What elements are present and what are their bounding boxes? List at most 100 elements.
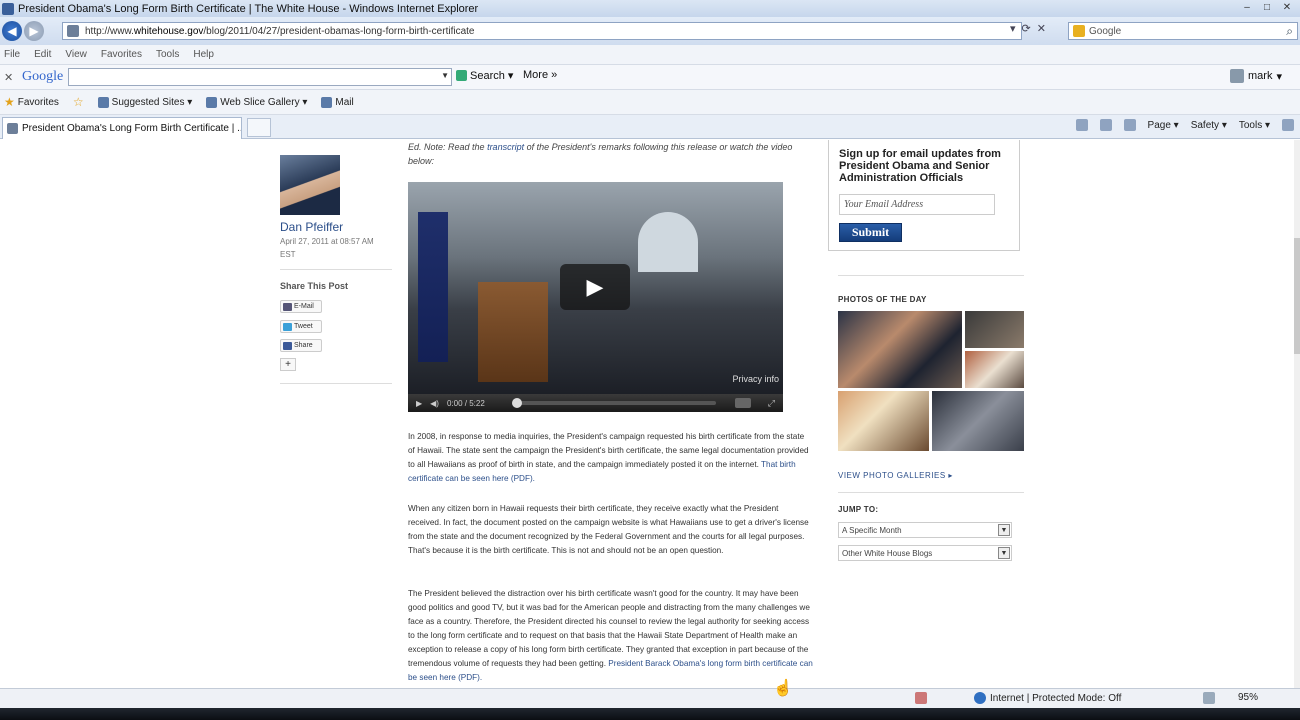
- safety-menu-button[interactable]: Safety ▾: [1191, 120, 1227, 131]
- favorites-button[interactable]: ★ Favorites: [4, 95, 59, 109]
- divider: [838, 492, 1024, 493]
- email-field[interactable]: Your Email Address: [839, 194, 995, 215]
- refresh-icon[interactable]: ⟳: [1022, 22, 1031, 35]
- photo-thumbnail[interactable]: [932, 391, 1024, 451]
- security-zone[interactable]: Internet | Protected Mode: Off: [974, 692, 1121, 704]
- tweet-button[interactable]: Tweet: [280, 320, 322, 333]
- maximize-button[interactable]: □: [1258, 1, 1276, 15]
- menu-favorites[interactable]: Favorites: [101, 49, 142, 60]
- google-more-button[interactable]: More »: [523, 69, 557, 81]
- volume-icon[interactable]: ◀): [430, 399, 439, 408]
- video-controls: ▶ ◀) 0:00 / 5:22 ⤢: [408, 394, 783, 412]
- search-icon[interactable]: ⌕: [1286, 24, 1293, 39]
- play-icon[interactable]: ▶: [416, 399, 422, 408]
- back-button[interactable]: ◀: [2, 21, 22, 41]
- forward-button[interactable]: ▶: [24, 21, 44, 41]
- print-icon[interactable]: [1123, 119, 1136, 131]
- more-share-button[interactable]: +: [280, 358, 296, 371]
- url-field[interactable]: http://www. whitehouse.gov/blog/2011/04/2…: [62, 22, 1022, 40]
- protected-mode-icon[interactable]: [1203, 692, 1215, 704]
- close-toolbar-icon[interactable]: ✕: [4, 71, 16, 84]
- page-menu-button[interactable]: Page ▾: [1148, 120, 1179, 131]
- photo-thumbnail[interactable]: [965, 351, 1024, 388]
- url-host: whitehouse.gov: [133, 25, 204, 37]
- facebook-share-button[interactable]: Share: [280, 339, 322, 352]
- photo-thumbnail[interactable]: [838, 391, 929, 451]
- popup-blocker-icon[interactable]: [915, 692, 927, 704]
- favorites-star-icon: ★: [4, 95, 15, 109]
- quality-icon[interactable]: [735, 398, 751, 408]
- fullscreen-icon[interactable]: ⤢: [768, 398, 775, 409]
- video-player[interactable]: ▶ Privacy info ▶ ◀) 0:00 / 5:22 ⤢: [408, 182, 783, 412]
- page-scrollbar[interactable]: [1294, 140, 1300, 688]
- stop-icon[interactable]: ✕: [1037, 22, 1046, 35]
- google-user-menu[interactable]: mark ▾: [1230, 69, 1282, 83]
- podium-image: [478, 282, 548, 382]
- editor-note: Ed. Note: Read the transcript of the Pre…: [408, 140, 813, 168]
- email-share-label: E-Mail: [294, 303, 314, 310]
- google-search-input[interactable]: ▼: [68, 68, 452, 86]
- hand-cursor-icon: ☝: [773, 680, 793, 697]
- menu-file[interactable]: File: [4, 49, 20, 60]
- search-provider-icon: [1073, 25, 1085, 37]
- divider: [280, 383, 392, 384]
- dropdown-arrow-icon[interactable]: ▼: [441, 71, 449, 80]
- photo-thumbnail[interactable]: [838, 311, 962, 388]
- web-slice-icon: [206, 96, 218, 108]
- add-favorite-button[interactable]: ☆: [73, 95, 84, 109]
- url-prefix: http://www.: [85, 25, 134, 37]
- blogs-select-value: Other White House Blogs: [842, 548, 933, 558]
- chevron-down-icon[interactable]: ▼: [998, 547, 1010, 559]
- photo-thumbnail[interactable]: [965, 311, 1024, 348]
- author-name-link[interactable]: Dan Pfeiffer: [280, 220, 343, 234]
- chevron-down-icon: ▾: [1276, 70, 1282, 83]
- favorites-item-suggested-sites[interactable]: Suggested Sites ▾: [97, 96, 192, 108]
- zoom-level[interactable]: 95%: [1238, 692, 1258, 703]
- menu-edit[interactable]: Edit: [34, 49, 51, 60]
- facebook-icon: [283, 341, 292, 350]
- article-paragraph: In 2008, in response to media inquiries,…: [408, 430, 813, 486]
- play-video-icon[interactable]: ▶: [560, 264, 630, 310]
- search-placeholder: Google: [1089, 25, 1122, 37]
- address-bar-row: ◀ ▶ http://www. whitehouse.gov/blog/2011/…: [0, 17, 1300, 45]
- article-paragraph: The President believed the distraction o…: [408, 587, 813, 685]
- home-icon[interactable]: [1075, 119, 1088, 131]
- video-scrubber-handle[interactable]: [512, 398, 522, 408]
- tab-active[interactable]: President Obama's Long Form Birth Certif…: [2, 117, 242, 139]
- menu-help[interactable]: Help: [193, 49, 214, 60]
- privacy-info-link[interactable]: Privacy info: [732, 374, 779, 384]
- url-dropdown-icon[interactable]: ▾: [1010, 22, 1016, 35]
- new-tab-button[interactable]: [247, 118, 271, 137]
- search-box[interactable]: Google ⌕: [1068, 22, 1298, 40]
- paragraph-text: When any citizen born in Hawaii requests…: [408, 504, 809, 555]
- share-heading: Share This Post: [280, 281, 349, 291]
- google-logo: Google: [22, 69, 64, 84]
- chevron-down-icon[interactable]: ▼: [998, 524, 1010, 536]
- address-actions: ▾ ⟳ ✕: [1010, 22, 1046, 35]
- video-progress-track[interactable]: [516, 401, 716, 405]
- close-window-button[interactable]: ✕: [1278, 1, 1296, 15]
- help-icon[interactable]: [1282, 119, 1294, 131]
- view-photo-galleries-link[interactable]: VIEW PHOTO GALLERIES ▸: [838, 471, 953, 480]
- favorites-item-web-slice-gallery[interactable]: Web Slice Gallery ▾: [206, 96, 307, 108]
- google-search-button[interactable]: Search ▾: [456, 69, 513, 82]
- menu-bar: File Edit View Favorites Tools Help: [0, 45, 1300, 65]
- menu-view[interactable]: View: [65, 49, 87, 60]
- transcript-link[interactable]: transcript: [487, 142, 524, 152]
- url-path: /blog/2011/04/27/president-obamas-long-f…: [203, 25, 475, 37]
- email-signup-box: Sign up for email updates from President…: [828, 140, 1020, 251]
- google-toolbar: ✕ Google ▼ Search ▾ More » mark ▾: [0, 65, 1300, 90]
- minimize-button[interactable]: –: [1238, 1, 1256, 15]
- scrollbar-thumb[interactable]: [1294, 238, 1300, 354]
- month-select[interactable]: A Specific Month ▼: [838, 522, 1012, 538]
- paragraph-text: In 2008, in response to media inquiries,…: [408, 432, 809, 469]
- window-image: [638, 212, 698, 272]
- tools-menu-button[interactable]: Tools ▾: [1239, 120, 1270, 131]
- menu-tools[interactable]: Tools: [156, 49, 179, 60]
- favorites-item-mail[interactable]: Mail: [321, 96, 354, 108]
- feeds-icon[interactable]: [1099, 119, 1112, 131]
- tab-row: President Obama's Long Form Birth Certif…: [0, 115, 1300, 139]
- submit-button[interactable]: Submit: [839, 223, 902, 242]
- email-share-button[interactable]: E-Mail: [280, 300, 322, 313]
- blogs-select[interactable]: Other White House Blogs ▼: [838, 545, 1012, 561]
